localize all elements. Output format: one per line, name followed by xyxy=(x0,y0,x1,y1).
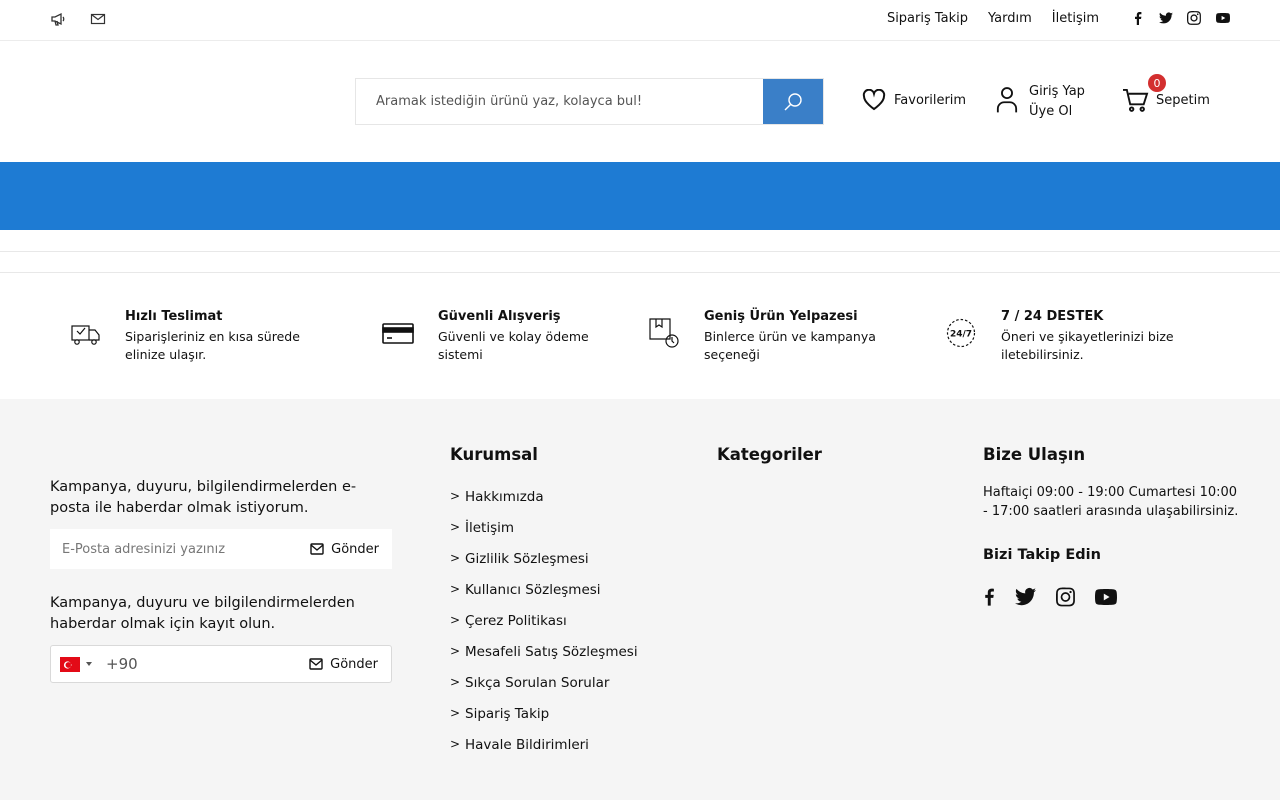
footer-link-transfer-notice[interactable]: > Havale Bildirimleri xyxy=(450,737,638,768)
search-button[interactable] xyxy=(763,79,823,124)
email-subscribe-text: Kampanya, duyuru, bilgilendirmelerden e-… xyxy=(50,479,357,516)
feature-desc: Güvenli ve kolay ödeme sistemi xyxy=(438,329,589,362)
email-send-button[interactable]: Gönder xyxy=(310,542,392,557)
categories-title: Kategoriler xyxy=(717,445,822,464)
cart-link[interactable]: Sepetim xyxy=(1122,88,1210,113)
top-link-help[interactable]: Yardım xyxy=(988,11,1032,26)
cart-icon xyxy=(1123,88,1149,112)
link-label: Sıkça Sorulan Sorular xyxy=(465,675,610,691)
chevron-right-icon: > xyxy=(450,520,461,534)
heart-icon xyxy=(862,89,886,111)
link-label: İletişim xyxy=(465,520,515,536)
feature-desc: Siparişleriniz en kısa sürede elinize ul… xyxy=(125,329,300,362)
footer-link-distance-sales[interactable]: > Mesafeli Satış Sözleşmesi xyxy=(450,644,638,675)
feature-desc: Binlerce ürün ve kampanya seçeneği xyxy=(704,329,876,362)
send-label: Gönder xyxy=(330,656,378,672)
footer-link-faq[interactable]: > Sıkça Sorulan Sorular xyxy=(450,675,638,706)
chevron-right-icon: > xyxy=(450,675,461,689)
cart-label: Sepetim xyxy=(1156,93,1210,108)
cart-count-badge: 0 xyxy=(1148,74,1166,92)
follow-title: Bizi Takip Edin xyxy=(983,547,1101,563)
instagram-icon[interactable] xyxy=(1187,11,1201,25)
corporate-title: Kurumsal xyxy=(450,445,538,464)
credit-card-icon xyxy=(382,323,414,344)
feature-title: 7 / 24 DESTEK xyxy=(1001,309,1104,324)
chevron-right-icon: > xyxy=(450,737,461,751)
link-label: Havale Bildirimleri xyxy=(465,737,589,753)
catalog-icon xyxy=(649,318,679,348)
phone-send-button[interactable]: Gönder xyxy=(309,657,391,672)
footer-socials xyxy=(983,587,1117,607)
link-label: Hakkımızda xyxy=(465,489,544,505)
divider xyxy=(0,272,1280,273)
turkey-flag-icon[interactable] xyxy=(60,657,80,672)
mail-icon[interactable] xyxy=(90,11,106,27)
chevron-right-icon: > xyxy=(450,551,461,565)
divider xyxy=(0,251,1280,252)
chevron-right-icon: > xyxy=(450,582,461,596)
youtube-icon[interactable] xyxy=(1095,587,1117,607)
support-24-7-icon: 24/7 xyxy=(946,318,976,348)
email-input[interactable]: E-Posta adresinizi yazınız xyxy=(50,542,310,557)
link-label: Gizlilik Sözleşmesi xyxy=(465,551,589,567)
mail-icon xyxy=(310,543,324,555)
footer-link-about[interactable]: > Hakkımızda xyxy=(450,489,638,520)
feature-title: Hızlı Teslimat xyxy=(125,309,223,324)
top-bar: Sipariş Takip Yardım İletişim xyxy=(0,0,1280,41)
phone-subscribe-form: +90 Gönder xyxy=(50,645,392,683)
login-link[interactable]: Giriş Yap xyxy=(1029,82,1085,102)
mail-icon xyxy=(309,658,323,670)
feature-title: Güvenli Alışveriş xyxy=(438,309,561,324)
feature-desc: Öneri ve şikayetlerinizi bize iletebilir… xyxy=(1001,329,1174,362)
chevron-right-icon: > xyxy=(450,613,461,627)
contact-hours-text: Haftaiçi 09:00 - 19:00 Cumartesi 10:00 -… xyxy=(983,485,1239,519)
twitter-icon[interactable] xyxy=(1015,587,1036,607)
facebook-icon[interactable] xyxy=(983,587,995,607)
feature-title: Geniş Ürün Yelpazesi xyxy=(704,309,858,324)
delivery-truck-icon xyxy=(71,325,100,345)
favorites-link[interactable]: Favorilerim xyxy=(862,89,966,111)
link-label: Kullanıcı Sözleşmesi xyxy=(465,582,601,598)
corporate-links: > Hakkımızda > İletişim > Gizlilik Sözleşme… xyxy=(450,489,638,768)
megaphone-icon[interactable] xyxy=(50,11,66,27)
footer-link-contact[interactable]: > İletişim xyxy=(450,520,638,551)
link-label: Mesafeli Satış Sözleşmesi xyxy=(465,644,638,660)
search-input[interactable] xyxy=(356,79,763,124)
sms-subscribe-text: Kampanya, duyuru ve bilgilendirmelerden … xyxy=(50,595,355,632)
user-icon[interactable] xyxy=(996,85,1018,118)
top-link-order-tracking[interactable]: Sipariş Takip xyxy=(887,11,968,26)
top-socials xyxy=(1131,11,1231,25)
favorites-label: Favorilerim xyxy=(894,92,967,108)
account-links: Giriş Yap Üye Ol xyxy=(1029,82,1085,122)
footer-link-privacy[interactable]: > Gizlilik Sözleşmesi xyxy=(450,551,638,582)
phone-input[interactable]: +90 xyxy=(106,655,309,673)
footer-link-user-agreement[interactable]: > Kullanıcı Sözleşmesi xyxy=(450,582,638,613)
footer-link-order-tracking[interactable]: > Sipariş Takip xyxy=(450,706,638,737)
chevron-right-icon: > xyxy=(450,644,461,658)
search-icon xyxy=(784,92,802,110)
email-subscribe-form: E-Posta adresinizi yazınız Gönder xyxy=(50,529,392,569)
footer-link-cookie-policy[interactable]: > Çerez Politikası xyxy=(450,613,638,644)
send-label: Gönder xyxy=(331,541,379,557)
navigation-band xyxy=(0,162,1280,230)
twitter-icon[interactable] xyxy=(1159,11,1173,25)
country-dropdown-icon[interactable] xyxy=(86,662,92,666)
contact-title: Bize Ulaşın xyxy=(983,445,1086,464)
svg-text:24/7: 24/7 xyxy=(950,330,972,340)
youtube-icon[interactable] xyxy=(1215,11,1231,25)
link-label: Sipariş Takip xyxy=(465,706,550,722)
top-links: Sipariş Takip Yardım İletişim xyxy=(887,11,1099,26)
link-label: Çerez Politikası xyxy=(465,613,567,629)
facebook-icon[interactable] xyxy=(1131,11,1145,25)
search-bar xyxy=(355,78,824,125)
instagram-icon[interactable] xyxy=(1056,587,1075,607)
chevron-right-icon: > xyxy=(450,489,461,503)
chevron-right-icon: > xyxy=(450,706,461,720)
register-link[interactable]: Üye Ol xyxy=(1029,102,1085,122)
top-link-contact[interactable]: İletişim xyxy=(1052,11,1099,26)
